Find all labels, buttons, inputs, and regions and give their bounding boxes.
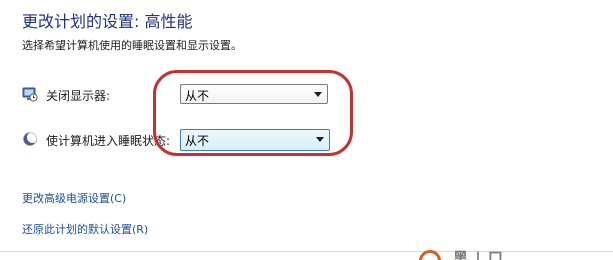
display-off-label: 关闭显示器: (46, 89, 111, 103)
annotation-highlight (153, 70, 353, 156)
moon-icon (23, 132, 38, 146)
page-subtitle: 选择希望计算机使用的睡眠设置和显示设置。 (22, 39, 242, 52)
watermark-logo-icon (419, 250, 441, 260)
watermark: 黑 | 口 (413, 246, 613, 260)
monitor-clock-icon (22, 87, 38, 102)
restore-defaults-link[interactable]: 还原此计划的默认设置(R) (22, 221, 148, 237)
page-title: 更改计划的设置: 高性能 (22, 12, 193, 31)
watermark-text: 黑 | 口 (453, 249, 504, 260)
sleep-label: 使计算机进入睡眠状态: (46, 134, 171, 148)
advanced-power-settings-link[interactable]: 更改高级电源设置(C) (22, 190, 126, 206)
